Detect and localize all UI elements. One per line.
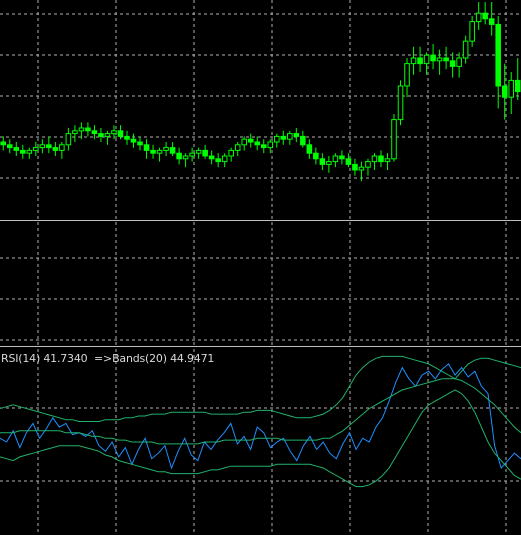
candle-body [371,155,378,163]
candle-body [111,130,117,135]
price-chart-canvas[interactable] [0,0,521,219]
candle-body [137,141,143,146]
candle-body [46,144,52,149]
candle-body [241,138,247,146]
candle-body [169,147,176,154]
candle-body [339,155,345,160]
candle-body [449,60,456,67]
candle-body [91,130,98,135]
candle-body [228,149,234,157]
rsi-indicator-pane[interactable] [0,349,521,535]
empty-pane-grid [0,222,521,345]
candle-body [365,161,371,168]
bands-line [0,355,521,422]
candle-body [306,144,313,154]
candle-body [345,158,352,165]
candle-body [456,57,462,67]
candle-body [221,155,228,163]
price-chart-pane[interactable] [0,0,521,219]
indicator-label: RSI(14) 41.7340 =>Bands(20) 44.9471 [1,352,214,365]
pane-separator-top[interactable] [0,220,521,221]
bands-label: =>Bands(20) 44.9471 [94,352,215,365]
candle-body [195,149,202,154]
candle-body [33,147,39,151]
candle-body [358,166,365,171]
candle-body [482,12,488,20]
candle-body [384,158,391,163]
candle-body [208,155,215,160]
candle-body [156,149,163,154]
candle-body [98,133,104,137]
rsi-line [0,363,521,470]
candle-body [488,18,495,25]
candle-body [0,141,7,146]
candle-body [495,23,501,87]
candle-body [300,135,306,146]
candle-body [124,135,130,140]
candle-body [287,133,293,140]
candle-body [13,147,20,151]
candle-body [417,57,423,65]
pane-separator-bottom[interactable] [0,346,521,347]
candle-body [326,161,332,165]
candle-body [182,155,189,160]
rsi-label: RSI(14) 41.7340 [1,352,88,365]
candle-body [436,57,443,62]
candle-body [104,133,111,137]
candle-body [150,149,156,154]
candle-body [20,149,26,154]
candle-body [52,147,59,151]
candle-body [78,127,85,132]
candle-body [280,135,287,140]
candle-body [293,133,300,137]
candle-body [117,130,124,137]
candle-body [247,138,254,143]
candle-body [430,54,436,62]
candle-body [143,144,150,151]
candle-body [378,155,384,163]
candle-body [234,144,241,151]
candle-body [443,57,449,62]
candle-body [397,85,404,121]
candle-body [313,152,319,160]
candle-body [189,152,195,157]
candle-body [274,135,280,143]
candle-body [260,144,267,149]
candle-body [501,85,508,98]
candle-body [391,119,397,160]
candle-body [26,149,33,154]
candle-body [39,144,46,149]
candle-body [508,79,515,98]
candle-body [163,147,169,151]
candle-body [85,127,91,132]
candle-body [6,144,13,149]
candle-body [215,158,221,163]
candle-body [319,158,326,165]
candle-body [130,138,137,143]
candle-body [332,155,339,163]
candle-body [475,12,482,23]
candle-body [410,57,417,65]
candle-body [59,144,65,151]
candle-body [462,40,469,59]
candle-body [404,63,410,87]
bands-line [0,378,521,445]
candle-body [202,149,208,157]
candle-body [423,54,430,65]
empty-pane [0,222,521,345]
candle-body [352,163,358,171]
rsi-indicator-canvas[interactable] [0,349,521,535]
candle-body [254,141,261,146]
candle-body [469,21,475,42]
candle-body [176,152,182,160]
candle-body [72,130,78,135]
candle-body [65,133,72,146]
candle-body [267,141,274,149]
candle-body [514,79,521,93]
